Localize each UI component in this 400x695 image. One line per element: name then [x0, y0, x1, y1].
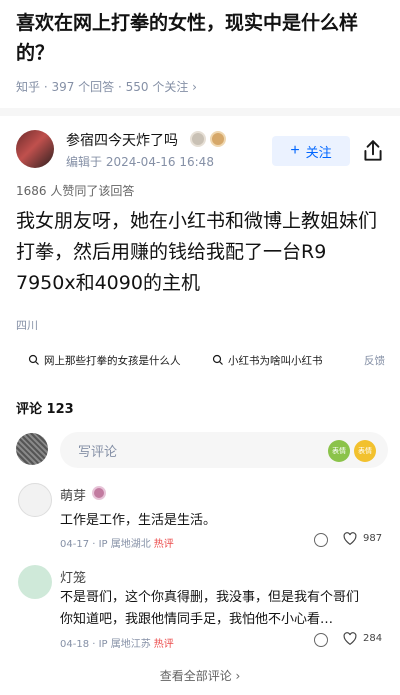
search-icon: [212, 354, 223, 365]
related-search-chip[interactable]: 网上那些打拳的女孩是什么人: [28, 348, 181, 372]
reply-icon[interactable]: [314, 533, 328, 547]
comment-avatar[interactable]: [18, 565, 52, 599]
heart-icon: [343, 632, 357, 645]
medal-icon: [210, 131, 226, 147]
badge-icon: [190, 131, 206, 147]
comment-author[interactable]: 萌芽: [60, 485, 86, 504]
comment-author[interactable]: 灯笼: [60, 567, 86, 586]
search-icon: [28, 354, 39, 365]
comment-meta: 04-17 · IP 属地湖北 热评: [60, 535, 174, 550]
view-all-comments-link[interactable]: 查看全部评论 ›: [0, 667, 400, 684]
emoji-icon[interactable]: 表情: [354, 440, 376, 462]
comment-date: 04-17 · IP 属地湖北: [60, 539, 151, 550]
related-search-label: 小红书为啥叫小红书: [228, 354, 323, 367]
reply-icon[interactable]: [314, 633, 328, 647]
comment-placeholder: 写评论: [78, 444, 118, 460]
comment-meta: 04-18 · IP 属地江苏 热评: [60, 635, 174, 650]
comment-text: 不是哥们，这个你真得删，我没事，但是我有个哥们你知道吧，我跟他情同手足，我怕他不…: [60, 590, 360, 627]
like-button[interactable]: 987: [343, 532, 382, 545]
like-count: 987: [363, 533, 383, 544]
author-avatar[interactable]: [16, 130, 54, 168]
like-button[interactable]: 284: [343, 632, 382, 645]
hot-badge: 热评: [153, 539, 174, 550]
question-title[interactable]: 喜欢在网上打拳的女性，现实中是什么样的？: [16, 8, 388, 68]
feedback-link[interactable]: 反馈: [364, 353, 385, 368]
hot-badge: 热评: [153, 639, 174, 650]
related-search-label: 网上那些打拳的女孩是什么人: [44, 354, 181, 367]
follow-button[interactable]: + 关注: [272, 136, 350, 166]
edit-time: 编辑于 2024-04-16 16:48: [66, 155, 214, 169]
comment-avatar[interactable]: [18, 483, 52, 517]
comments-title: 评论 123: [16, 402, 74, 417]
share-icon[interactable]: [360, 138, 386, 164]
badge-icon: [92, 486, 106, 500]
section-divider: [0, 108, 400, 116]
heart-icon: [343, 532, 357, 545]
comment-date: 04-18 · IP 属地江苏: [60, 639, 151, 650]
endorse-count: 1686 人赞同了该回答: [16, 184, 135, 198]
related-search-chip[interactable]: 小红书为啥叫小红书: [212, 348, 323, 372]
emoji-icon[interactable]: 表情: [328, 440, 350, 462]
question-meta[interactable]: 知乎 · 397 个回答 · 550 个关注 ›: [16, 78, 197, 95]
answer-body: 我女朋友呀，她在小红书和微博上教姐妹们打拳，然后用赚的钱给我配了一台R9 795…: [16, 210, 378, 294]
plus-icon: +: [290, 142, 300, 159]
like-count: 284: [363, 633, 383, 644]
current-user-avatar: [16, 433, 48, 465]
answer-location: 四川: [16, 319, 38, 332]
author-name[interactable]: 参宿四今天炸了吗: [66, 130, 178, 150]
follow-label: 关注: [305, 144, 332, 160]
comment-text: 工作是工作，生活是生活。: [60, 513, 217, 528]
